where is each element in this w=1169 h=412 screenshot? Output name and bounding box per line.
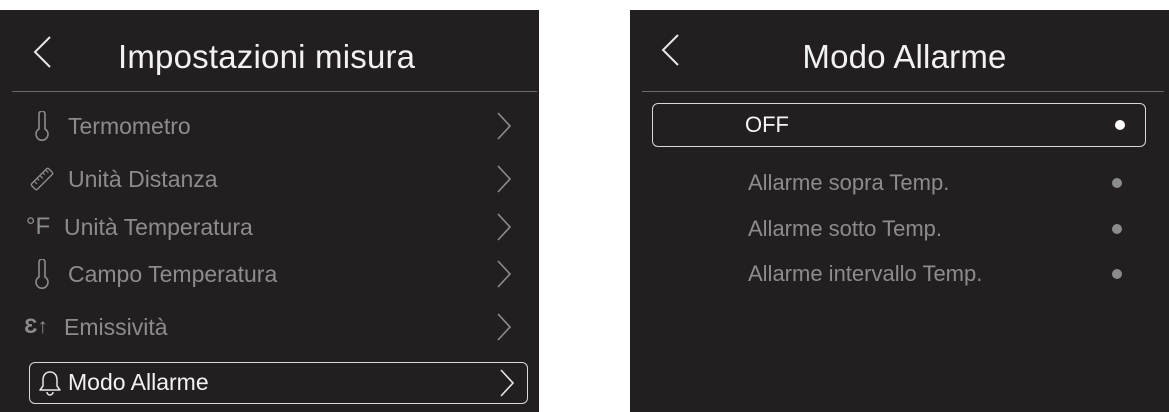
- chevron-right-icon: [497, 213, 512, 241]
- menu-item-label: Termometro: [68, 113, 191, 139]
- option-label: Allarme sopra Temp.: [748, 170, 950, 195]
- radio-dot-icon: [1112, 178, 1122, 188]
- chevron-right-icon: [497, 112, 512, 140]
- ruler-icon: [26, 162, 58, 196]
- chevron-right-icon: [497, 165, 512, 193]
- thermometer-icon: [26, 257, 58, 291]
- alarm-mode-screen: Modo Allarme OFF Allarme sopra Temp. All…: [630, 10, 1169, 412]
- menu-item-label: Campo Temperatura: [68, 261, 278, 287]
- back-chevron-icon[interactable]: [30, 34, 54, 70]
- radio-dot-icon: [1115, 120, 1125, 130]
- header: Modo Allarme: [630, 10, 1169, 90]
- menu-item-label: Modo Allarme: [68, 369, 209, 395]
- page-title: Modo Allarme: [802, 38, 1007, 75]
- bell-icon: [34, 366, 66, 400]
- radio-dot-icon: [1112, 269, 1122, 279]
- header: Impostazioni misura: [0, 10, 539, 90]
- menu-item-unita-distanza[interactable]: Unità Distanza: [16, 160, 526, 200]
- menu-item-label: Emissività: [64, 314, 168, 340]
- menu-item-label: Unità Distanza: [68, 166, 218, 192]
- option-label: Allarme sotto Temp.: [748, 216, 943, 241]
- degree-f-icon: °F: [25, 213, 51, 240]
- radio-dot-icon: [1112, 224, 1122, 234]
- emissivity-icon: Ɛ↑: [24, 315, 48, 338]
- option-label: Allarme intervallo Temp.: [748, 261, 983, 286]
- option-alarm-below[interactable]: Allarme sotto Temp.: [654, 206, 1144, 250]
- menu-item-label: Unità Temperatura: [64, 214, 253, 240]
- menu-item-modo-allarme[interactable]: Modo Allarme: [29, 362, 528, 404]
- menu-item-campo-temperatura[interactable]: Campo Temperatura: [16, 255, 526, 295]
- option-label: OFF: [745, 112, 789, 137]
- chevron-right-icon: [497, 313, 512, 341]
- measure-settings-screen: Impostazioni misura Termometro Unità Dis…: [0, 10, 539, 412]
- divider: [642, 91, 1164, 92]
- chevron-right-icon: [497, 260, 512, 288]
- option-off[interactable]: OFF: [652, 103, 1146, 147]
- option-alarm-interval[interactable]: Allarme intervallo Temp.: [654, 251, 1144, 295]
- menu-item-emissivita[interactable]: Ɛ↑ Emissività: [16, 308, 526, 348]
- option-alarm-above[interactable]: Allarme sopra Temp.: [654, 160, 1144, 204]
- thermometer-icon: [26, 109, 58, 143]
- menu-item-unita-temperatura[interactable]: °F Unità Temperatura: [16, 208, 526, 248]
- divider: [12, 91, 537, 92]
- menu-item-termometro[interactable]: Termometro: [16, 107, 526, 147]
- page-title: Impostazioni misura: [118, 38, 416, 75]
- chevron-right-icon: [500, 369, 515, 397]
